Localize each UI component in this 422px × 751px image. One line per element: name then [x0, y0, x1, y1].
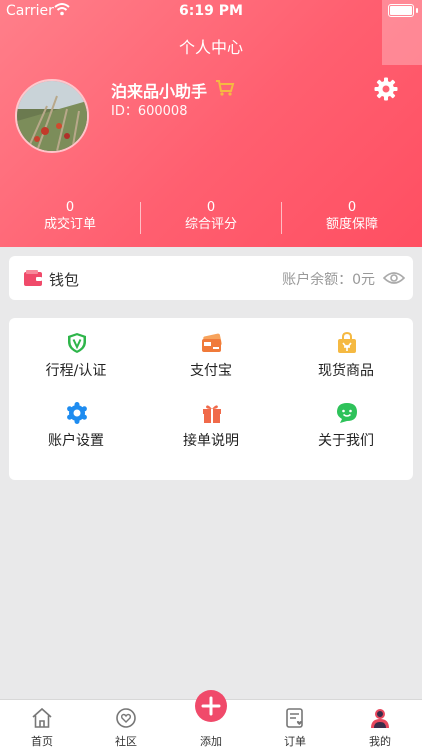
grid-item-label: 关于我们: [318, 433, 374, 449]
tab-community[interactable]: 社区: [84, 700, 168, 751]
stat-value: 0: [206, 200, 216, 215]
gift-icon: [203, 405, 221, 423]
function-grid: 行程/认证 支付宝 现货商品 账户设置 接单说明 关于我们: [9, 318, 413, 480]
tab-orders[interactable]: 订单: [253, 700, 337, 751]
plus-icon: [201, 696, 221, 716]
tab-label: 订单: [284, 735, 306, 748]
username: 泊来品小助手: [111, 82, 208, 101]
gear-icon: [67, 402, 87, 424]
grid-item-travel-verify[interactable]: 行程/认证: [9, 318, 143, 379]
stat-value: 0: [65, 200, 75, 215]
shopping-bag-icon: [338, 332, 356, 353]
stat-label: 额度保障: [325, 217, 378, 232]
stat-value: 0: [347, 200, 357, 215]
wallet-icon: [24, 270, 42, 286]
grid-item-account-settings[interactable]: 账户设置: [9, 388, 143, 449]
status-bar: Carrier 6:19 PM: [0, 0, 422, 22]
stat-label: 成交订单: [43, 217, 96, 232]
grid-item-label: 现货商品: [318, 363, 374, 379]
grid-item-spot-goods[interactable]: 现货商品: [279, 318, 413, 379]
status-time: 6:19 PM: [179, 3, 243, 19]
stat-label: 综合评分: [184, 217, 237, 232]
stats-row: 0 成交订单 0 综合评分 0 额度保障: [0, 200, 422, 240]
eye-icon[interactable]: [383, 271, 405, 285]
chat-smile-icon: [337, 403, 357, 423]
tab-home[interactable]: 首页: [0, 700, 84, 751]
tab-label: 首页: [31, 735, 53, 748]
avatar-image: [17, 81, 87, 151]
grid-item-label: 账户设置: [48, 433, 104, 449]
grid-item-label: 支付宝: [190, 363, 232, 379]
stat-guarantee[interactable]: 0 额度保障: [282, 200, 422, 234]
grid-item-about-us[interactable]: 关于我们: [279, 388, 413, 449]
community-icon: [116, 708, 136, 728]
user-icon: [371, 709, 389, 728]
stat-rating[interactable]: 0 综合评分: [141, 200, 281, 234]
shield-v-icon: [68, 333, 86, 353]
grid-item-order-guide[interactable]: 接单说明: [144, 388, 278, 449]
tab-label: 社区: [115, 735, 137, 748]
wallet-row[interactable]: 钱包 账户余额：0元: [9, 256, 413, 300]
wallet-label: 钱包: [49, 271, 80, 289]
account-balance: 账户余额：0元: [282, 272, 375, 288]
grid-item-label: 行程/认证: [45, 363, 107, 379]
home-icon: [32, 707, 52, 728]
grid-item-alipay[interactable]: 支付宝: [144, 318, 278, 379]
profile-header: Carrier 6:19 PM 个人中心 泊来品小助手 ID：600008 0 …: [0, 0, 422, 247]
tab-label: 我的: [369, 735, 391, 748]
page-title: 个人中心: [178, 38, 243, 57]
grid-item-label: 接单说明: [183, 433, 239, 449]
tab-mine[interactable]: 我的: [338, 700, 422, 751]
add-button[interactable]: [195, 690, 227, 722]
card-icon: [202, 333, 222, 352]
cart-icon: [216, 80, 235, 96]
order-icon: [286, 708, 303, 728]
avatar[interactable]: [15, 79, 89, 153]
gear-icon[interactable]: [374, 77, 398, 101]
stat-orders[interactable]: 0 成交订单: [0, 200, 140, 234]
tab-label: 添加: [200, 735, 222, 748]
user-id: ID：600008: [111, 104, 188, 119]
